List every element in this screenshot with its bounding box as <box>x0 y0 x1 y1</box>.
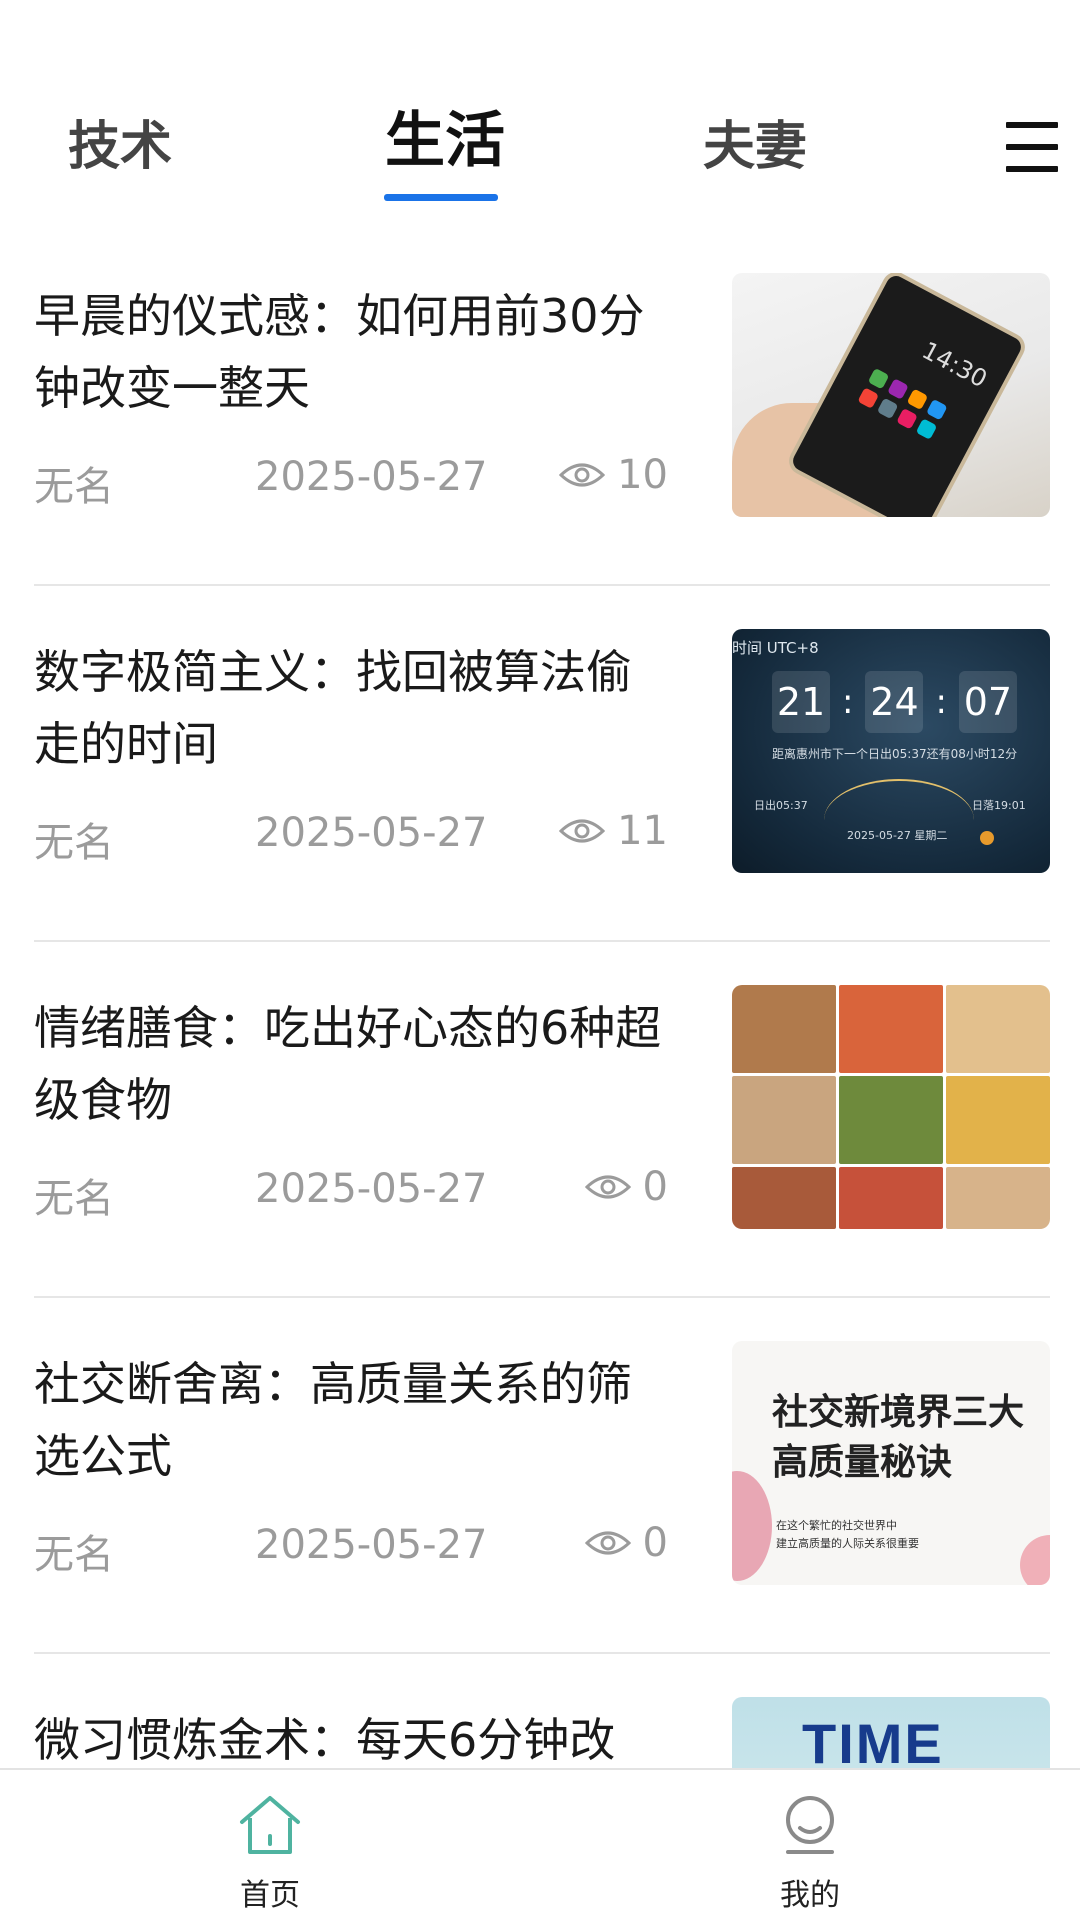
article-thumbnail[interactable]: 社交新境界三大高质量秘诀 在这个繁忙的社交世界中 建立高质量的人际关系很重要 <box>732 1341 1050 1585</box>
article-author: 无名 <box>34 1532 114 1578</box>
article-author: 无名 <box>34 464 114 510</box>
article-card[interactable]: 早晨的仪式感：如何用前30分钟改变一整天 无名 2025-05-27 10 14… <box>0 230 1080 586</box>
thumb-sunrise: 日出05:37 <box>754 799 808 812</box>
article-author: 无名 <box>34 1176 114 1222</box>
top-tab-bar: 技术 生活 夫妻 <box>0 0 1080 230</box>
clock-hours: 21 <box>772 671 830 733</box>
article-date: 2025-05-27 <box>255 1522 488 1568</box>
article-card[interactable]: 情绪膳食：吃出好心态的6种超级食物 无名 2025-05-27 0 <box>0 942 1080 1298</box>
article-card[interactable]: 微习惯炼金术：每天6分钟改 TIME <box>0 1654 1080 1768</box>
article-views: 0 <box>584 1164 668 1210</box>
article-thumbnail[interactable]: TIME <box>732 1697 1050 1768</box>
nav-home-label: 首页 <box>240 1878 300 1913</box>
clock-seconds: 07 <box>958 671 1017 733</box>
article-author: 无名 <box>34 820 114 866</box>
sun-icon <box>980 831 994 845</box>
article-title[interactable]: 社交断舍离：高质量关系的筛选公式 <box>34 1348 674 1492</box>
tab-couple[interactable]: 夫妻 <box>703 112 807 182</box>
eye-icon <box>559 819 606 843</box>
article-date: 2025-05-27 <box>255 454 488 500</box>
view-count: 10 <box>617 452 668 498</box>
active-tab-indicator <box>384 194 498 201</box>
thumb-logo: TIME <box>802 1712 944 1768</box>
eye-icon <box>559 463 606 487</box>
nav-home[interactable]: 首页 <box>170 1770 370 1922</box>
profile-icon <box>786 1796 834 1854</box>
thumb-caption-line: 建立高质量的人际关系很重要 <box>776 1537 919 1550</box>
sun-arc <box>824 779 974 861</box>
article-title[interactable]: 微习惯炼金术：每天6分钟改 <box>34 1704 674 1768</box>
article-title[interactable]: 数字极简主义：找回被算法偷走的时间 <box>34 636 674 780</box>
article-thumbnail[interactable] <box>732 985 1050 1229</box>
decor-blob <box>1020 1535 1050 1585</box>
thumb-date: 2025-05-27 星期二 <box>847 829 948 842</box>
thumb-sunrise-note: 距离惠州市下一个日出05:37还有08小时12分 <box>772 747 1018 761</box>
nav-profile[interactable]: 我的 <box>710 1770 910 1922</box>
article-views: 0 <box>584 1520 668 1566</box>
view-count: 0 <box>642 1164 668 1210</box>
phone-graphic: 14:30 <box>784 273 1030 517</box>
hamburger-menu-icon[interactable] <box>1006 122 1058 172</box>
article-thumbnail[interactable]: 时间 UTC+8 21 : 24 : 07 距离惠州市下一个日出05:37还有0… <box>732 629 1050 873</box>
bottom-navigation: 首页 我的 <box>0 1768 1080 1922</box>
home-icon <box>240 1796 300 1854</box>
thumb-sunset: 日落19:01 <box>972 799 1026 812</box>
eye-icon <box>584 1531 631 1555</box>
article-card[interactable]: 数字极简主义：找回被算法偷走的时间 无名 2025-05-27 11 时间 UT… <box>0 586 1080 942</box>
thumb-caption-line: 在这个繁忙的社交世界中 <box>776 1519 897 1532</box>
article-title[interactable]: 情绪膳食：吃出好心态的6种超级食物 <box>34 992 674 1136</box>
clock-minutes: 24 <box>865 671 924 733</box>
article-list[interactable]: 早晨的仪式感：如何用前30分钟改变一整天 无名 2025-05-27 10 14… <box>0 230 1080 1768</box>
article-date: 2025-05-27 <box>255 810 488 856</box>
tab-tech[interactable]: 技术 <box>68 112 172 182</box>
thumb-headline: 社交新境界三大高质量秘诀 <box>772 1391 1025 1483</box>
thumb-utc-label: 时间 UTC+8 <box>732 639 819 657</box>
decor-blob <box>732 1471 772 1581</box>
article-date: 2025-05-27 <box>255 1166 488 1212</box>
article-views: 11 <box>559 808 668 854</box>
article-views: 10 <box>559 452 668 498</box>
view-count: 0 <box>642 1520 668 1566</box>
article-card[interactable]: 社交断舍离：高质量关系的筛选公式 无名 2025-05-27 0 社交新境界三大… <box>0 1298 1080 1654</box>
article-thumbnail[interactable]: 14:30 <box>732 273 1050 517</box>
nav-profile-label: 我的 <box>780 1878 840 1913</box>
article-title[interactable]: 早晨的仪式感：如何用前30分钟改变一整天 <box>34 280 674 424</box>
tab-life[interactable]: 生活 <box>385 106 505 176</box>
thumb-caption: 在这个繁忙的社交世界中 建立高质量的人际关系很重要 <box>776 1517 919 1553</box>
view-count: 11 <box>617 808 668 854</box>
thumb-clock: 21 : 24 : 07 <box>772 671 1017 733</box>
eye-icon <box>584 1175 631 1199</box>
